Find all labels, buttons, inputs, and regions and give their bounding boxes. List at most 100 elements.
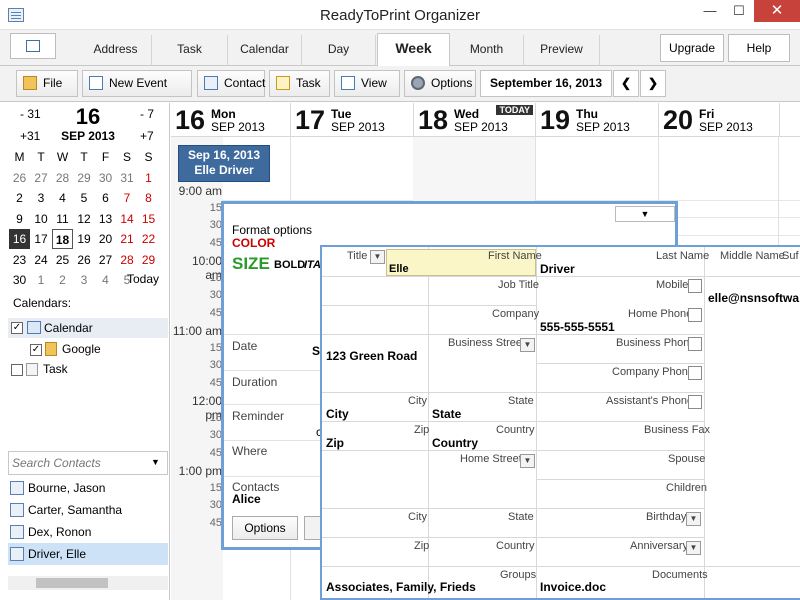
mini-day[interactable]: 24 bbox=[31, 250, 52, 270]
search-contacts-box[interactable]: Search Contacts ▼ bbox=[8, 451, 168, 475]
mini-day[interactable]: 2 bbox=[9, 188, 30, 208]
mini-day[interactable]: 3 bbox=[74, 270, 95, 290]
day-header-tue[interactable]: 17 Tue SEP 2013 bbox=[291, 103, 414, 137]
contact-list-item[interactable]: Bourne, Jason bbox=[8, 477, 168, 499]
mini-day[interactable]: 4 bbox=[52, 188, 73, 208]
mini-day[interactable]: 1 bbox=[138, 168, 159, 188]
options-button[interactable]: Options bbox=[404, 70, 476, 97]
tab-address[interactable]: Address bbox=[80, 35, 152, 66]
format-dropdown[interactable]: ▼ bbox=[615, 206, 675, 222]
mini-day[interactable]: 8 bbox=[138, 188, 159, 208]
mini-day[interactable]: 31 bbox=[117, 168, 138, 188]
italic-option[interactable]: ITA bbox=[304, 259, 321, 271]
current-date-display[interactable]: September 16, 2013 bbox=[480, 70, 612, 97]
forward-31-button[interactable]: +31 bbox=[20, 129, 40, 143]
tab-task[interactable]: Task bbox=[152, 35, 228, 66]
mobile-checkbox[interactable] bbox=[688, 279, 702, 293]
task-button[interactable]: Task bbox=[269, 70, 330, 97]
appointment-block[interactable]: Sep 16, 2013 Elle Driver bbox=[178, 145, 270, 182]
mini-day[interactable]: 9 bbox=[9, 209, 30, 229]
mini-day[interactable]: 5 bbox=[74, 188, 95, 208]
mini-day[interactable]: 29 bbox=[138, 250, 159, 270]
mini-day[interactable]: 21 bbox=[117, 229, 138, 249]
format-options-button[interactable]: Options bbox=[232, 516, 298, 540]
tab-day[interactable]: Day bbox=[302, 35, 376, 66]
mini-day[interactable]: 12 bbox=[74, 209, 95, 229]
mini-day[interactable]: 6 bbox=[95, 188, 116, 208]
birthday-dropdown[interactable]: ▼ bbox=[686, 512, 701, 526]
mini-day[interactable]: 23 bbox=[9, 250, 30, 270]
mini-day[interactable]: 17 bbox=[31, 229, 52, 249]
mini-day[interactable]: 19 bbox=[74, 229, 95, 249]
tab-preview[interactable]: Preview bbox=[524, 35, 600, 66]
maximize-button[interactable]: ☐ bbox=[725, 0, 753, 22]
contact-list-item[interactable]: Driver, Elle bbox=[8, 543, 168, 565]
forward-7-button[interactable]: +7 bbox=[140, 129, 154, 143]
home-street-dropdown[interactable]: ▼ bbox=[520, 454, 535, 468]
mini-day[interactable]: 27 bbox=[31, 168, 52, 188]
tab-week[interactable]: Week bbox=[377, 33, 450, 67]
contact-button[interactable]: Contact bbox=[197, 70, 265, 97]
search-dropdown-icon[interactable]: ▼ bbox=[151, 457, 160, 467]
calendar-checkbox[interactable]: ✓ bbox=[11, 322, 23, 334]
mini-day[interactable]: 1 bbox=[31, 270, 52, 290]
bold-option[interactable]: BOLD bbox=[274, 259, 305, 271]
title-dropdown[interactable]: ▼ bbox=[370, 250, 385, 264]
contact-list-item[interactable]: Carter, Samantha bbox=[8, 499, 168, 521]
file-button[interactable]: File bbox=[16, 70, 78, 97]
company-phone-checkbox[interactable] bbox=[688, 366, 702, 380]
close-button[interactable]: ✕ bbox=[754, 0, 800, 22]
day-header-fri[interactable]: 20 Fri SEP 2013 bbox=[659, 103, 780, 137]
mini-day[interactable]: 2 bbox=[52, 270, 73, 290]
scrollbar-thumb[interactable] bbox=[36, 578, 108, 588]
sidebar-toggle-button[interactable] bbox=[10, 33, 56, 59]
mini-day[interactable]: 14 bbox=[117, 209, 138, 229]
contact-list-scrollbar[interactable] bbox=[8, 576, 168, 590]
assistant-phone-checkbox[interactable] bbox=[688, 395, 702, 409]
mini-day[interactable]: 18 bbox=[52, 229, 73, 249]
next-week-button[interactable]: ❯ bbox=[640, 70, 666, 97]
mini-day[interactable]: 7 bbox=[117, 188, 138, 208]
mini-day[interactable]: 20 bbox=[95, 229, 116, 249]
size-option[interactable]: SIZE bbox=[232, 254, 270, 274]
mini-day[interactable]: 29 bbox=[74, 168, 95, 188]
upgrade-button[interactable]: Upgrade bbox=[660, 34, 724, 62]
business-street-dropdown[interactable]: ▼ bbox=[520, 338, 535, 352]
anniversary-dropdown[interactable]: ▼ bbox=[686, 541, 701, 555]
mini-day[interactable]: 11 bbox=[52, 209, 73, 229]
help-button[interactable]: Help bbox=[728, 34, 790, 62]
mini-day[interactable]: 30 bbox=[95, 168, 116, 188]
day-header-mon[interactable]: 16 Mon SEP 2013 bbox=[171, 103, 291, 137]
mini-day[interactable]: 25 bbox=[52, 250, 73, 270]
mini-day[interactable]: 10 bbox=[31, 209, 52, 229]
mini-day[interactable]: 16 bbox=[9, 229, 30, 249]
new-event-button[interactable]: New Event bbox=[82, 70, 192, 97]
day-header-thu[interactable]: 19 Thu SEP 2013 bbox=[536, 103, 659, 137]
mini-day[interactable]: 15 bbox=[138, 209, 159, 229]
contact-list-item[interactable]: Dex, Ronon bbox=[8, 521, 168, 543]
back-7-button[interactable]: - 7 bbox=[140, 107, 154, 121]
view-button[interactable]: View bbox=[334, 70, 400, 97]
mini-day[interactable]: 3 bbox=[31, 188, 52, 208]
mini-day[interactable]: 4 bbox=[95, 270, 116, 290]
google-checkbox[interactable]: ✓ bbox=[30, 344, 42, 356]
task-calendar-checkbox[interactable] bbox=[11, 364, 23, 376]
home-phone-checkbox[interactable] bbox=[688, 308, 702, 322]
previous-week-button[interactable]: ❮ bbox=[613, 70, 639, 97]
day-header-wed[interactable]: 18 Wed SEP 2013 TODAY bbox=[414, 103, 536, 137]
mini-day[interactable]: 22 bbox=[138, 229, 159, 249]
mini-day[interactable]: 28 bbox=[52, 168, 73, 188]
calendar-row-calendar[interactable]: ✓ Calendar bbox=[8, 318, 168, 338]
mini-today-button[interactable]: Today bbox=[127, 272, 159, 286]
minimize-button[interactable]: — bbox=[696, 0, 724, 22]
mini-day[interactable]: 27 bbox=[95, 250, 116, 270]
mini-day[interactable]: 26 bbox=[74, 250, 95, 270]
mini-day[interactable]: 26 bbox=[9, 168, 30, 188]
tab-calendar[interactable]: Calendar bbox=[228, 35, 302, 66]
mini-day[interactable]: 30 bbox=[9, 270, 30, 290]
mini-day[interactable]: 13 bbox=[95, 209, 116, 229]
tab-month[interactable]: Month bbox=[450, 35, 524, 66]
business-phone-checkbox[interactable] bbox=[688, 337, 702, 351]
color-option[interactable]: COLOR bbox=[232, 236, 275, 250]
back-31-button[interactable]: - 31 bbox=[20, 107, 41, 121]
